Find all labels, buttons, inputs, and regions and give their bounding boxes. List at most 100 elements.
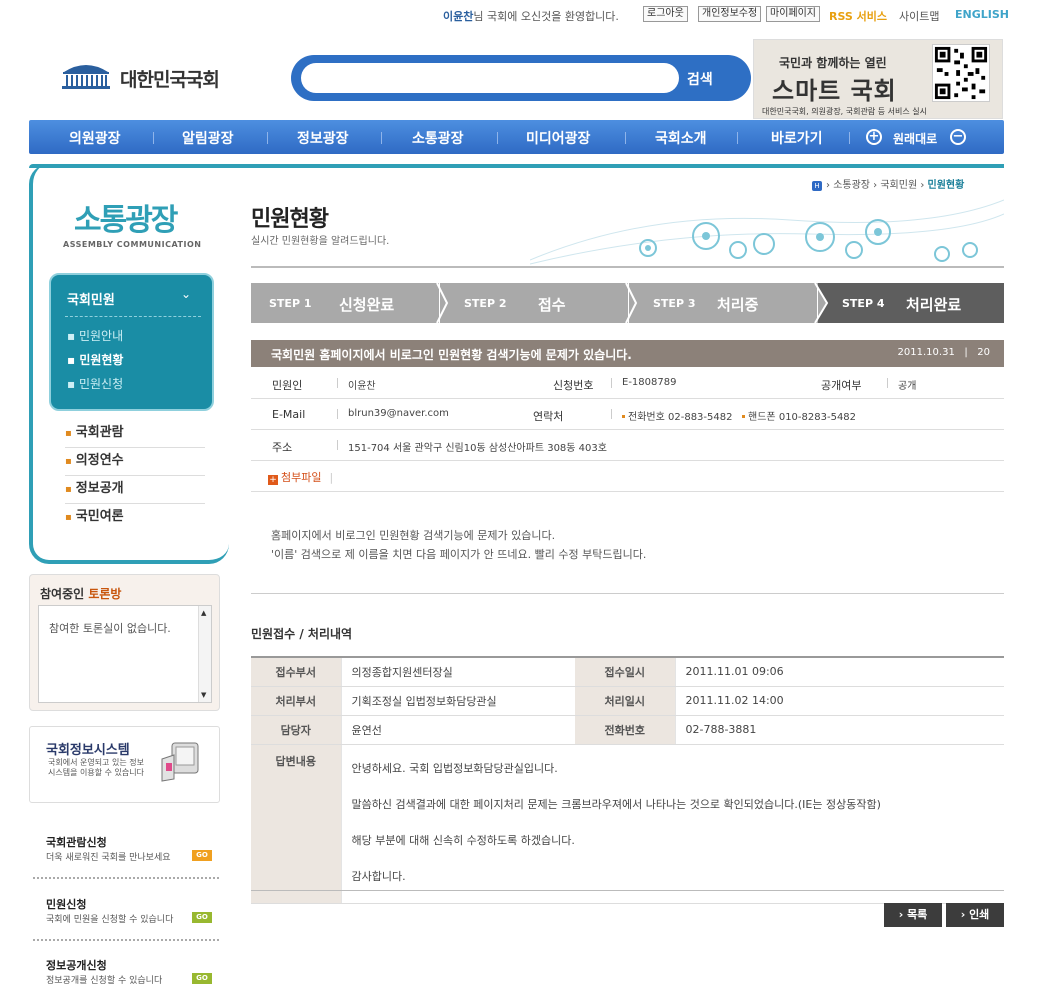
value-app-no: E-1808789 — [622, 377, 677, 388]
my-page-button[interactable]: 마이페이지 — [766, 6, 820, 22]
lnb-subtitle: ASSEMBLY COMMUNICATION — [63, 240, 202, 249]
value-proc-date: 2011.11.02 14:00 — [674, 686, 1004, 716]
zoom-out-icon[interactable]: − — [950, 129, 966, 145]
label-recv-dept: 접수부서 — [251, 657, 341, 687]
bullet-icon: ▪ — [65, 428, 72, 439]
divider — [337, 440, 338, 450]
petition-info-row: 주소 151-704 서울 관악구 신림10동 삼성산아파트 308동 403호 — [251, 430, 1004, 461]
disclosure-apply-banner[interactable]: 정보공개신청 정보공개를 신청할 수 있습니다 GO — [33, 957, 219, 991]
info-system-desc: 국회에서 운영되고 있는 정보시스템을 이용할 수 있습니다 — [48, 758, 144, 777]
step-arrows — [436, 283, 829, 323]
banner-desc: 국회에 민원을 신청할 수 있습니다 — [46, 915, 174, 925]
zoom-in-icon[interactable]: + — [866, 129, 882, 145]
english-link[interactable]: ENGLISH — [955, 8, 1009, 21]
label-app-no: 신청번호 — [553, 379, 594, 392]
value-proc-dept: 기획조정실 입법정보화담당관실 — [340, 686, 575, 716]
info-system-title: 국회정보시스템 — [46, 743, 130, 758]
gnb-item-notices[interactable]: 알림광장 — [182, 128, 234, 148]
scroll-down-icon[interactable]: ▼ — [201, 691, 206, 699]
value-answer: 안녕하세요. 국회 입법정보화담당관실입니다. 말씀하신 검색결과에 대한 페이… — [340, 744, 1004, 904]
label-contact: 연락처 — [533, 410, 564, 423]
scrollbar[interactable]: ▲ ▼ — [198, 606, 211, 702]
lnb-item-petition[interactable]: 국회민원 — [67, 289, 115, 308]
gnb-item-media[interactable]: 미디어광장 — [526, 128, 590, 148]
gnb-divider — [153, 132, 154, 144]
discussion-title: 참여중인 토론방 — [40, 587, 122, 601]
list-button[interactable]: › 목록 — [884, 903, 942, 927]
search-input[interactable] — [301, 63, 679, 93]
value-public: 공개 — [898, 381, 917, 392]
lnb-sub-status[interactable]: ▪ 민원현황 — [67, 351, 123, 368]
divider — [887, 378, 888, 388]
go-button[interactable]: GO — [192, 973, 212, 984]
zoom-reset-button[interactable]: 원래대로 — [893, 130, 937, 147]
gnb-item-info[interactable]: 정보광장 — [297, 128, 349, 148]
answer-line: 말씀하신 검색결과에 대한 페이지처리 문제는 크롬브라우져에서 나타나는 것으… — [351, 797, 881, 811]
gnb-divider — [381, 132, 382, 144]
go-button[interactable]: GO — [192, 850, 212, 861]
tour-apply-banner[interactable]: 국회관람신청 더욱 새로워진 국회를 만나보세요 GO — [33, 834, 219, 879]
value-manager: 윤연선 — [340, 715, 575, 745]
bullet-icon: ▪ — [65, 512, 72, 523]
breadcrumb: H › 소통광장 › 국회민원 › 민원현황 — [812, 176, 964, 191]
gnb-divider — [849, 132, 850, 144]
petition-apply-banner[interactable]: 민원신청 국회에 민원을 신청할 수 있습니다 GO — [33, 896, 219, 941]
divider — [251, 890, 1004, 891]
process-section-title: 민원접수 / 처리내역 — [251, 627, 353, 641]
lnb-item-disclosure[interactable]: ▪ 정보공개 — [65, 476, 205, 504]
title-underline — [251, 266, 1004, 268]
divider — [337, 378, 338, 388]
banner-title: 정보공개신청 — [46, 959, 107, 972]
logout-button[interactable]: 로그아웃 — [643, 6, 688, 22]
lnb-sub-guide[interactable]: ▪ 민원안내 — [67, 327, 123, 344]
sitemap-link[interactable]: 사이트맵 — [899, 8, 939, 24]
label-tel: 전화번호 — [575, 715, 675, 745]
table-row: 접수부서 의정종합지원센터장실 접수일시 2011.11.01 09:06 — [251, 657, 1004, 687]
lnb-sub-apply[interactable]: ▪ 민원신청 — [67, 375, 123, 392]
value-address: 151-704 서울 관악구 신림10동 삼성산아파트 308동 403호 — [348, 443, 607, 454]
gnb-divider — [625, 132, 626, 144]
scroll-up-icon[interactable]: ▲ — [201, 609, 206, 617]
divider — [65, 316, 201, 317]
value-petitioner: 이윤찬 — [348, 381, 376, 392]
label-address: 주소 — [272, 441, 293, 454]
smart-assembly-banner[interactable]: 국민과 함께하는 열린 스마트 국회 대한민국국회, 의원광장, 국회관람 등 … — [753, 39, 1003, 119]
gnb-item-about[interactable]: 국회소개 — [655, 128, 707, 148]
divider — [337, 409, 338, 419]
petition-body-line: 홈페이지에서 비로그인 민원현황 검색기능에 문제가 있습니다. — [271, 529, 556, 542]
gnb-item-communication[interactable]: 소통광장 — [412, 128, 464, 148]
plus-icon: + — [268, 475, 278, 485]
chevron-down-icon[interactable]: ⌄ — [181, 287, 191, 301]
discussion-list[interactable]: 참여한 토론실이 없습니다. ▲ ▼ — [38, 605, 212, 703]
rss-link[interactable]: RSS 서비스 — [829, 8, 887, 24]
gnb-divider — [497, 132, 498, 144]
petition-attach-row — [251, 461, 1004, 492]
lnb-item-tour[interactable]: ▪ 국회관람 — [65, 420, 205, 448]
petition-body-line: '이름' 검색으로 제 이름을 치면 다음 페이지가 안 뜨네요. 빨리 수정 … — [271, 548, 647, 561]
search-bar: 검색 — [291, 55, 751, 101]
edit-info-button[interactable]: 개인정보수정 — [698, 6, 762, 22]
petition-subject-bar: 국회민원 홈페이지에서 비로그인 민원현황 검색기능에 문제가 있습니다. 20… — [251, 340, 1004, 367]
value-recv-date: 2011.11.01 09:06 — [674, 657, 1004, 687]
gnb-divider — [737, 132, 738, 144]
banner-title: 국회관람신청 — [46, 836, 107, 849]
utility-bar: 이윤찬님 국회에 오신것을 환영합니다. 로그아웃 개인정보수정 마이페이지 R… — [0, 0, 1046, 30]
attachment-link[interactable]: + 첨부파일 | — [268, 469, 333, 485]
label-proc-date: 처리일시 — [575, 686, 675, 716]
welcome-message: 이윤찬님 국회에 오신것을 환영합니다. — [443, 10, 619, 23]
value-recv-dept: 의정종합지원센터장실 — [340, 657, 575, 687]
value-contact: 전화번호 02-883-5482 핸드폰 010-8283-5482 — [622, 408, 856, 423]
answer-line: 안녕하세요. 국회 입법정보화담당관실입니다. — [351, 761, 558, 775]
petition-info-row: 민원인 이윤찬 신청번호 E-1808789 공개여부 공개 — [251, 368, 1004, 399]
value-email: blrun39@naver.com — [348, 408, 449, 419]
gnb-item-shortcut[interactable]: 바로가기 — [771, 128, 823, 148]
gnb-item-members[interactable]: 의원광장 — [69, 128, 121, 148]
lnb-item-opinion[interactable]: ▪ 국민여론 — [65, 504, 205, 532]
bullet-icon: ▪ — [65, 456, 72, 467]
info-system-banner[interactable]: 국회정보시스템 국회에서 운영되고 있는 정보시스템을 이용할 수 있습니다 — [29, 726, 220, 803]
gnb-divider — [267, 132, 268, 144]
lnb-item-training[interactable]: ▪ 의정연수 — [65, 448, 205, 476]
print-button[interactable]: › 인쇄 — [946, 903, 1004, 927]
search-button[interactable]: 검색 — [687, 69, 713, 89]
go-button[interactable]: GO — [192, 912, 212, 923]
